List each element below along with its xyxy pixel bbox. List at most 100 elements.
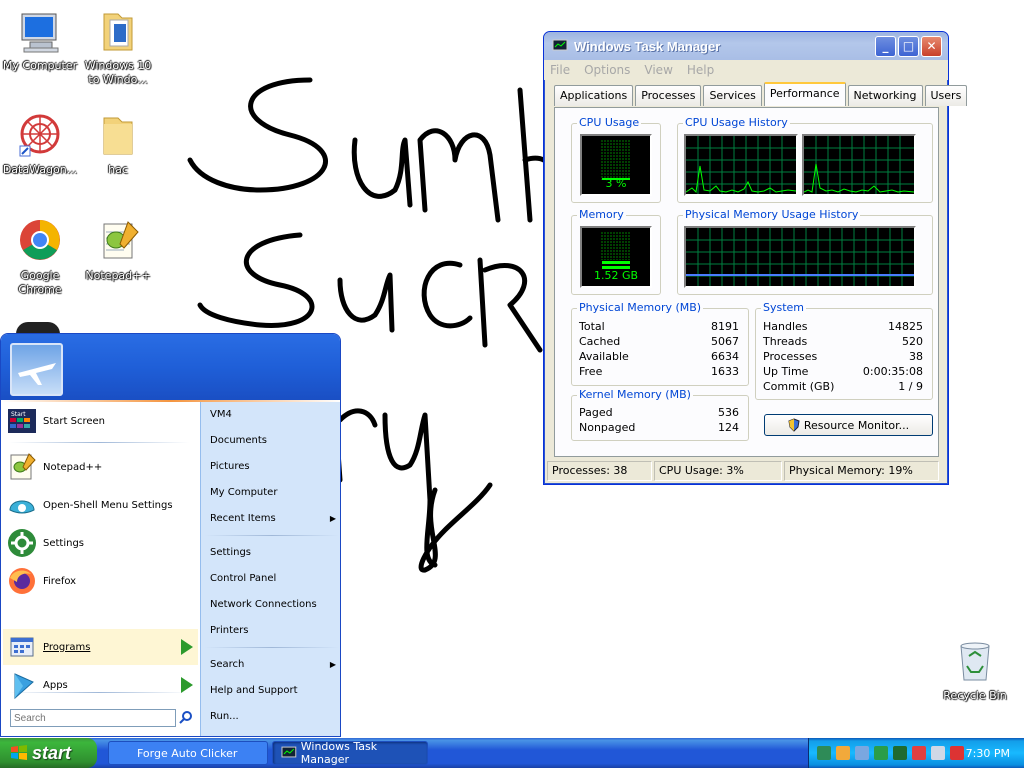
display-icon[interactable] [855,746,869,760]
desktop-icon-notepadpp[interactable]: Notepad++ [78,218,158,283]
start-button[interactable]: start [0,738,97,768]
task-manager-window[interactable]: Windows Task Manager _ □ ✕ File Options … [543,31,968,485]
memory-meter: 1.52 GB [580,226,652,288]
start-right-printers[interactable]: Printers [210,621,336,641]
kernel-memory-group: Kernel Memory (MB) Paged 536 Nonpaged 124 [571,388,749,441]
settings-gear-icon [8,529,36,557]
search-input[interactable] [10,709,176,727]
desktop-icon-hac-folder[interactable]: hac [78,112,158,177]
stat-value: 520 [902,335,923,348]
tab-applications[interactable]: Applications [554,85,634,106]
stat-value: 14825 [888,320,923,333]
desktop-icon-chrome[interactable]: Google Chrome [0,218,80,297]
start-item-open-shell-settings[interactable]: Open-Shell Menu Settings [7,488,197,522]
start-right-network-connections[interactable]: Network Connections [210,595,336,615]
action-center-icon[interactable] [912,746,926,760]
uac-shield-icon [788,418,800,432]
resource-monitor-label: Resource Monitor... [803,418,910,432]
system-stats: Handles 14825 Threads 520 Processes 38 Up T… [763,319,923,394]
kernel-memory-title: Kernel Memory (MB) [577,388,693,401]
tab-processes[interactable]: Processes [635,85,702,106]
start-item-label: Programs [43,641,91,653]
start-right-search[interactable]: Search ▶ [210,655,336,675]
tab-performance[interactable]: Performance [763,82,846,106]
title-bar[interactable]: Windows Task Manager _ □ ✕ [544,32,948,60]
start-menu[interactable]: Start Start Screen Notepad++ Open-Shell … [0,333,341,737]
separator [205,647,339,648]
system-tray: 7:30 PM [808,738,1024,768]
close-button[interactable]: ✕ [921,35,942,57]
taskbar-button-task-manager[interactable]: Windows Task Manager [272,740,428,766]
airplane-icon [18,363,56,385]
maximize-button[interactable]: □ [898,35,919,57]
start-right-recent-items[interactable]: Recent Items ▶ [210,509,336,529]
start-right-control-panel[interactable]: Control Panel [210,569,336,589]
battery-icon[interactable] [893,746,907,760]
start-right-help-support[interactable]: Help and Support [210,681,336,701]
memory-label: Memory [577,208,626,221]
folder-icon [103,117,133,155]
start-right-documents[interactable]: Documents [210,431,336,451]
clock[interactable]: 7:30 PM [966,747,1010,760]
start-right-my-computer[interactable]: My Computer [210,483,336,503]
desktop-icon-datawagon[interactable]: DataWagon... [0,112,80,177]
start-item-notepadpp[interactable]: Notepad++ [7,450,197,484]
tab-strip: Applications Processes Services Performa… [554,82,969,106]
start-right-pictures[interactable]: Pictures [210,457,336,477]
cpu-history-graph-1 [684,134,798,196]
cpu-usage-meter: 3 % [580,134,652,196]
phys-memory-history-group: Physical Memory Usage History [677,208,933,295]
volume-muted-icon[interactable] [950,746,964,760]
menu-bar: File Options View Help [544,60,948,80]
tab-services[interactable]: Services [703,85,762,106]
desktop-icon-recycle-bin[interactable]: Recycle Bin [935,638,1015,703]
windows-logo-icon [11,745,27,760]
physical-memory-group: Physical Memory (MB) Total 8191 Cached 506… [571,301,749,386]
start-right-settings[interactable]: Settings [210,543,336,563]
start-item-start-screen[interactable]: Start Start Screen [7,404,197,438]
my-computer-icon [21,13,59,53]
firefox-icon [9,568,35,594]
user-avatar[interactable] [10,343,63,396]
stat-label: Handles [763,320,808,333]
taskbar-button-forge-auto-clicker[interactable]: Forge Auto Clicker [108,741,268,765]
start-button-label: start [32,742,72,763]
start-right-vm4[interactable]: VM4 [210,405,336,425]
physical-memory-stats: Total 8191 Cached 5067 Available 6634 Free 1… [579,319,739,379]
menu-view[interactable]: View [644,63,672,77]
folder-icon [103,13,133,51]
resource-monitor-button[interactable]: Resource Monitor... [764,414,933,436]
status-memory: Physical Memory: 19% [784,461,939,481]
tab-users[interactable]: Users [924,85,968,106]
stat-value: 0:00:35:08 [862,365,923,378]
cpu-usage-label: CPU Usage [577,116,642,129]
taskbar-button-label: Forge Auto Clicker [137,746,238,760]
security-icon[interactable] [874,746,888,760]
minimize-button[interactable]: _ [875,35,896,57]
start-screen-icon: Start [8,409,36,433]
apps-icon [14,673,34,700]
start-right-run[interactable]: Run... [210,707,336,727]
start-right-label: Search [210,659,245,670]
stat-label: Processes [763,350,818,363]
desktop-icon-windows10-folder[interactable]: Windows 10 to Windo... [78,8,158,87]
desktop-icon-label: Windows 10 to Windo... [84,59,152,86]
start-item-programs[interactable]: Programs [7,630,193,664]
desktop-icon-my-computer[interactable]: My Computer [0,8,80,73]
phys-memory-history-graph [684,226,916,288]
network-status-icon[interactable] [931,746,945,760]
menu-file[interactable]: File [550,63,570,77]
tab-networking[interactable]: Networking [847,85,923,106]
menu-help[interactable]: Help [687,63,714,77]
stat-value: 6634 [711,350,739,363]
start-item-apps[interactable]: Apps [7,668,193,702]
stat-value: 536 [718,406,739,419]
flag-icon[interactable] [836,746,850,760]
menu-options[interactable]: Options [584,63,630,77]
network-icon[interactable] [817,746,831,760]
start-item-label: Firefox [43,575,77,587]
stat-value: 1633 [711,365,739,378]
start-item-settings[interactable]: Settings [7,526,197,560]
search-icon[interactable] [179,711,193,725]
start-item-firefox[interactable]: Firefox [7,564,197,598]
